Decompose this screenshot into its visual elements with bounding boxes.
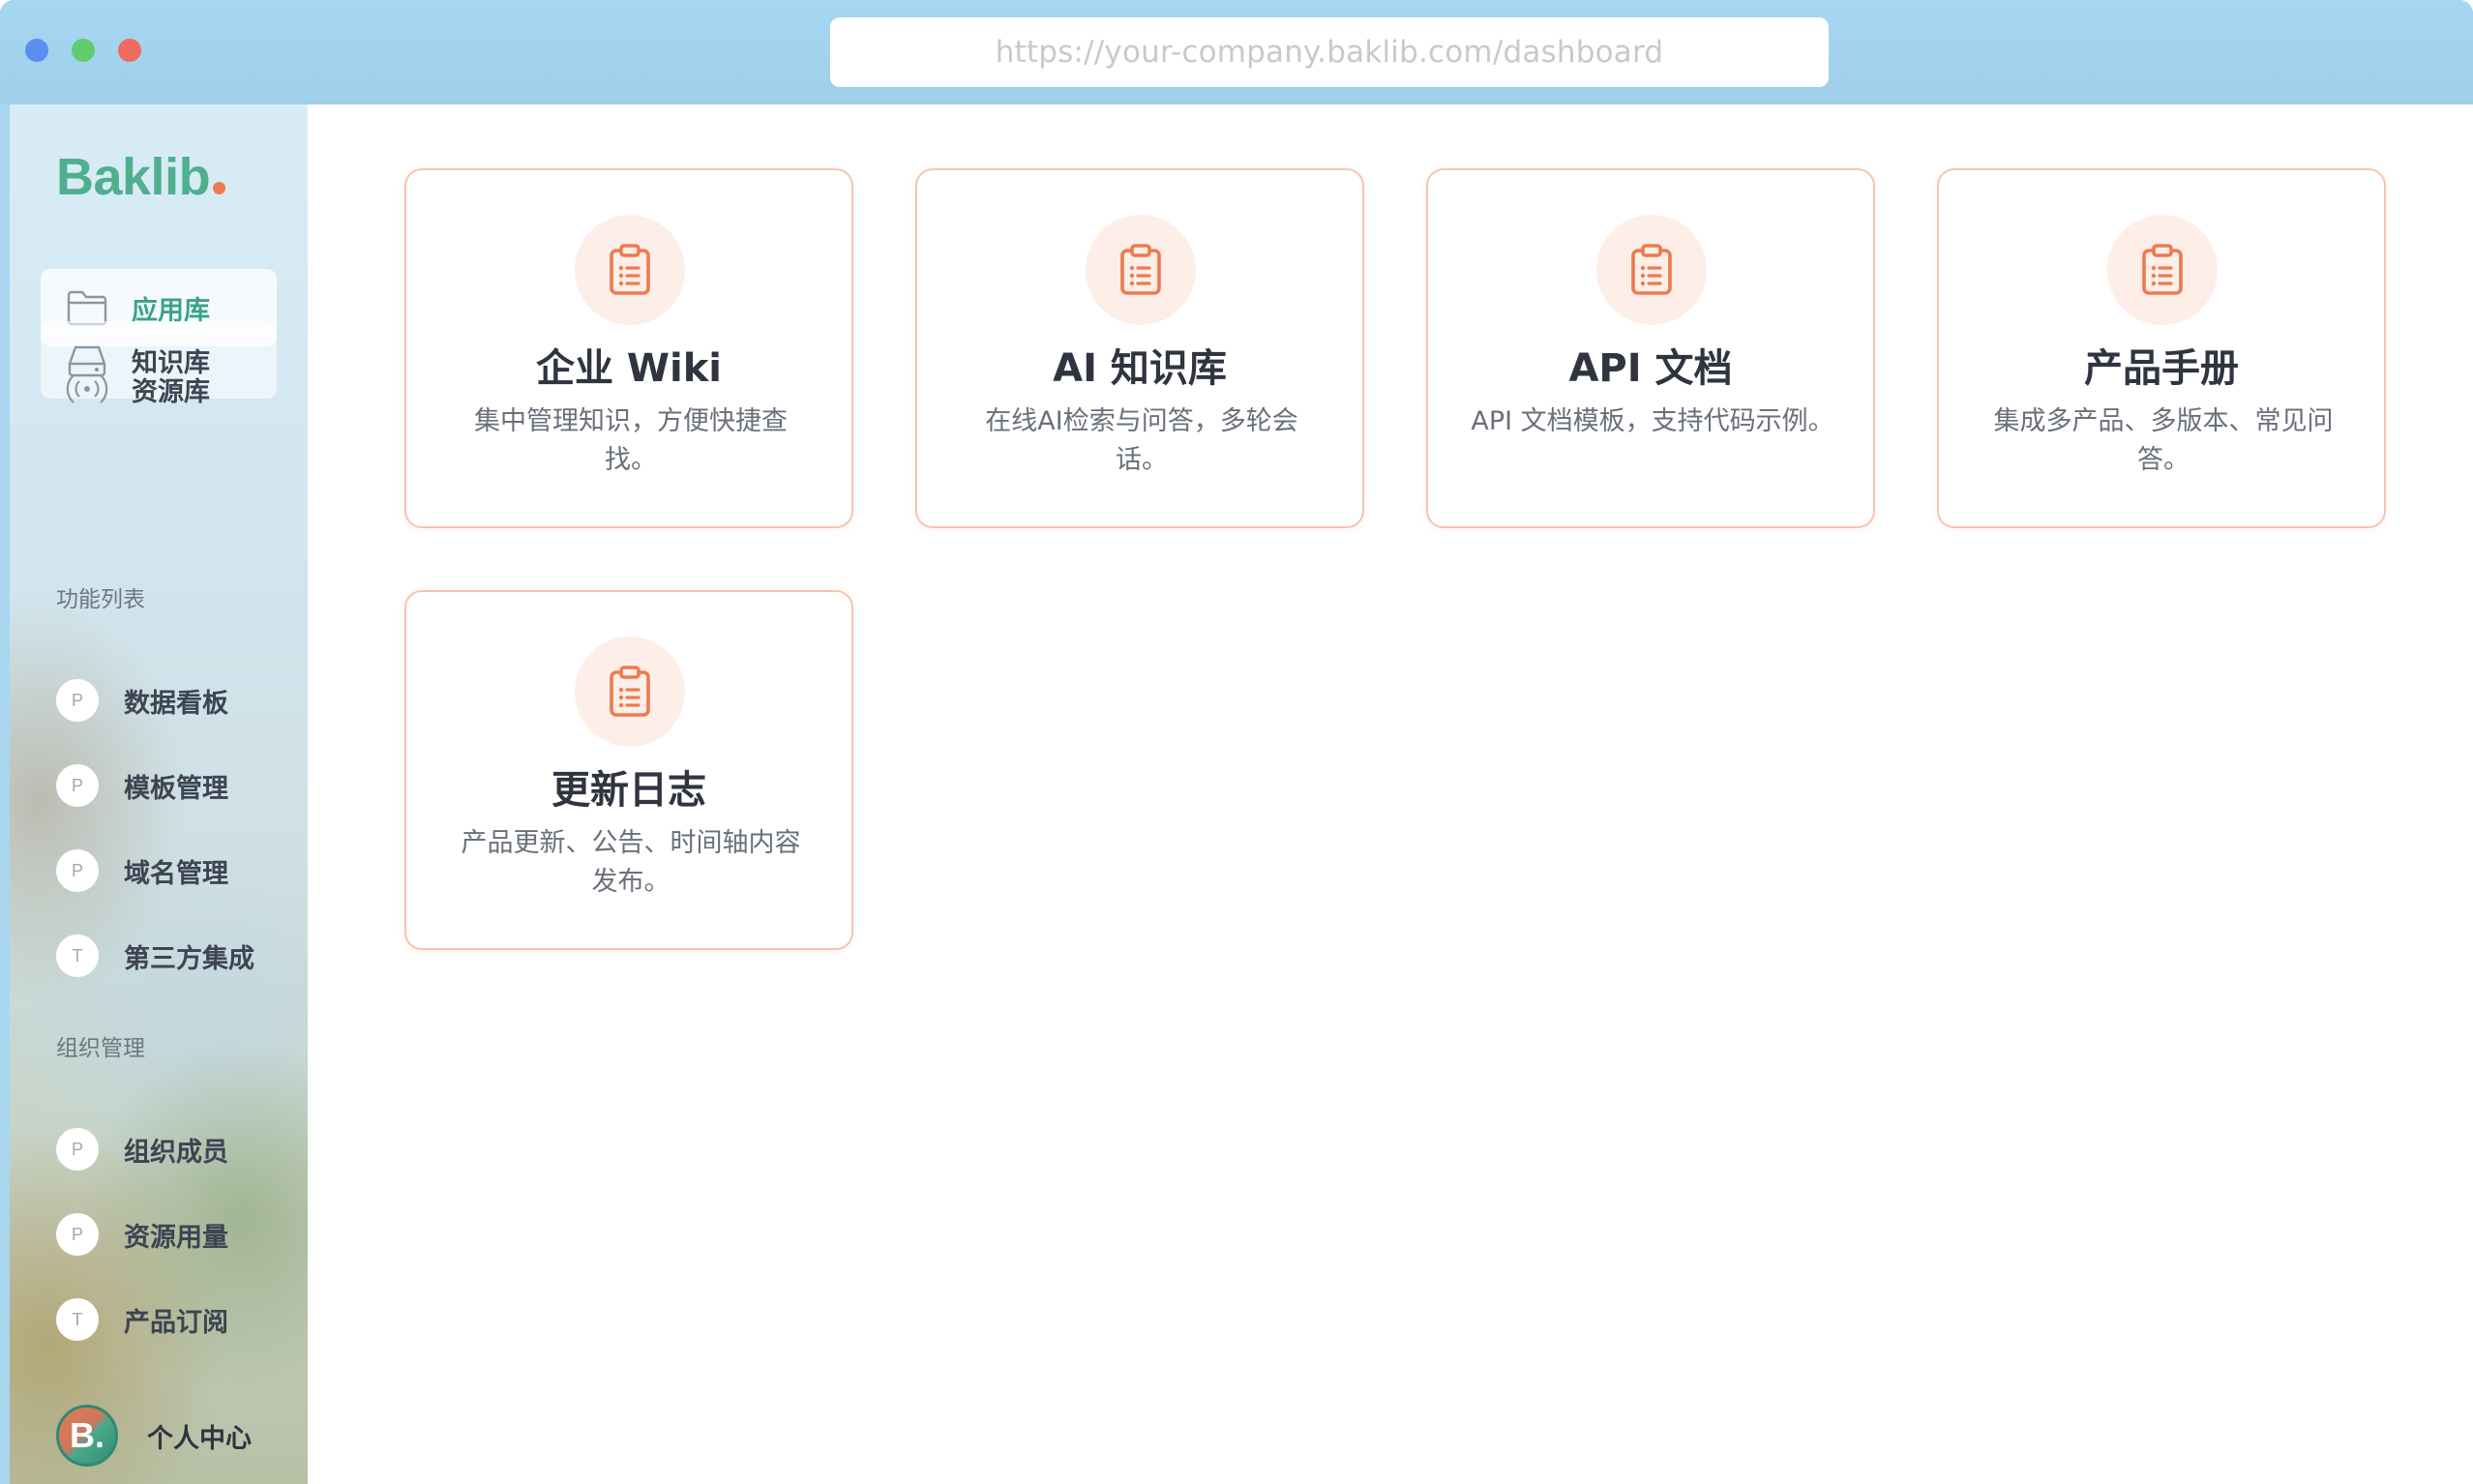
logo[interactable]: Baklib <box>56 147 211 207</box>
sidebar-item-domains[interactable]: P 域名管理 <box>56 842 228 900</box>
sidebar-item-members[interactable]: P 组织成员 <box>56 1120 228 1178</box>
browser-window: https://your-company.baklib.com/dashboar… <box>0 0 2473 1484</box>
plan-badge: P <box>56 849 99 892</box>
sidebar-item-templates[interactable]: P 模板管理 <box>56 757 228 815</box>
card-title: 企业 Wiki <box>535 346 723 391</box>
card-description: 集中管理知识，方便快捷查找。 <box>474 406 788 475</box>
clipboard-icon <box>1086 215 1196 325</box>
plan-badge: P <box>56 679 99 722</box>
sidebar-item-label: 产品订阅 <box>124 1307 228 1338</box>
plan-badge: T <box>56 935 99 977</box>
sidebar-item-label: 资源用量 <box>124 1222 228 1253</box>
card-description: 在线AI检索与问答，多轮会话。 <box>985 406 1298 475</box>
logo-dot <box>213 182 225 194</box>
card-description: 集成多产品、多版本、常见问答。 <box>1993 406 2334 475</box>
clipboard-icon <box>575 215 685 325</box>
broadcast-icon <box>66 368 108 410</box>
window-button-red[interactable] <box>118 39 141 62</box>
app-card-api-docs[interactable]: API 文档 API 文档模板，支持代码示例。 <box>1426 168 1875 528</box>
sidebar-item-label: 第三方集成 <box>124 943 254 974</box>
clipboard-icon <box>575 637 685 747</box>
card-title: 更新日志 <box>551 768 706 813</box>
plan-badge: P <box>56 764 99 807</box>
window-button-green[interactable] <box>72 39 95 62</box>
sidebar-item-label: 组织成员 <box>124 1137 228 1168</box>
app-card-product-manual[interactable]: 产品手册 集成多产品、多版本、常见问答。 <box>1937 168 2386 528</box>
user-center[interactable]: B. 个人中心 <box>56 1405 252 1467</box>
main-content: 企业 Wiki 集中管理知识，方便快捷查找。 AI 知识库 在线AI检索与问答，… <box>308 104 2473 1484</box>
sidebar-item-usage[interactable]: P 资源用量 <box>56 1205 228 1263</box>
sidebar-item-subscription[interactable]: T 产品订阅 <box>56 1291 228 1349</box>
app-card-ai-knowledge[interactable]: AI 知识库 在线AI检索与问答，多轮会话。 <box>915 168 1364 528</box>
nav-label: 资源库 <box>132 376 210 407</box>
section-title-features: 功能列表 <box>56 587 145 612</box>
card-description: API 文档模板，支持代码示例。 <box>1471 406 1834 436</box>
address-bar[interactable]: https://your-company.baklib.com/dashboar… <box>830 17 1829 87</box>
nav-item-resource-library[interactable]: 资源库 <box>41 360 277 418</box>
url-text: https://your-company.baklib.com/dashboar… <box>995 35 1664 70</box>
window-button-blue[interactable] <box>25 39 48 62</box>
clipboard-icon <box>1596 215 1707 325</box>
plan-badge: P <box>56 1213 99 1256</box>
section-title-org: 组织管理 <box>56 1036 145 1061</box>
user-center-label: 个人中心 <box>147 1423 252 1454</box>
card-title: API 文档 <box>1568 346 1733 391</box>
clipboard-icon <box>2107 215 2218 325</box>
card-title: 产品手册 <box>2084 346 2239 391</box>
app-card-wiki[interactable]: 企业 Wiki 集中管理知识，方便快捷查找。 <box>404 168 853 528</box>
card-title: AI 知识库 <box>1053 346 1227 391</box>
card-description: 产品更新、公告、时间轴内容发布。 <box>461 828 801 897</box>
title-bar: https://your-company.baklib.com/dashboar… <box>0 0 2473 104</box>
sidebar-item-label: 模板管理 <box>124 773 228 804</box>
sidebar-item-dashboard[interactable]: P 数据看板 <box>56 671 228 729</box>
sidebar-item-label: 域名管理 <box>124 858 228 889</box>
app-card-changelog[interactable]: 更新日志 产品更新、公告、时间轴内容发布。 <box>404 590 853 950</box>
sidebar: Baklib 应用库 知识库 资源库 功能列表 P 数据看板 P 模板管理 P … <box>10 104 308 1484</box>
plan-badge: P <box>56 1128 99 1171</box>
avatar: B. <box>56 1405 118 1467</box>
sidebar-item-label: 数据看板 <box>124 688 228 719</box>
plan-badge: T <box>56 1298 99 1341</box>
sidebar-item-integrations[interactable]: T 第三方集成 <box>56 927 254 985</box>
